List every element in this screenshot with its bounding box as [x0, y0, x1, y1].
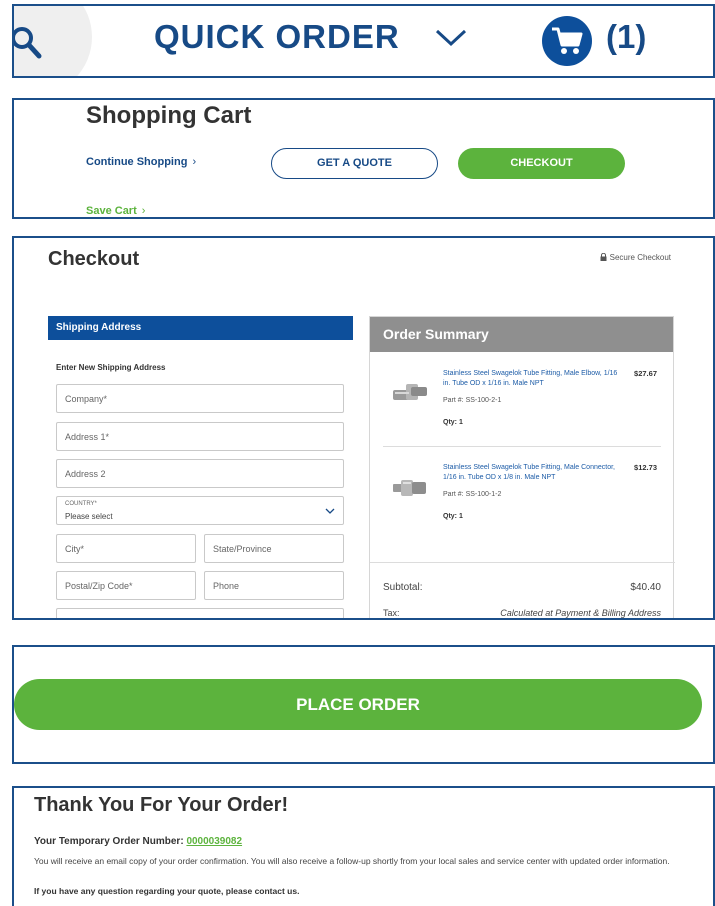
continue-shopping-label: Continue Shopping [86, 156, 188, 168]
confirmation-message: You will receive an email copy of your o… [34, 856, 670, 866]
subtotal-label: Subtotal: [383, 582, 423, 593]
order-summary: Order Summary Stainless Steel Swagelok T… [369, 316, 675, 618]
connector-fitting-image [391, 475, 431, 506]
chevron-down-icon[interactable] [434, 28, 468, 53]
quick-order-label[interactable]: QUICK ORDER [154, 18, 400, 56]
address1-field[interactable]: Address 1* [56, 422, 344, 451]
place-order-panel: PLACE ORDER [12, 645, 715, 764]
item-price: $27.67 [634, 369, 657, 378]
cart-button[interactable] [542, 16, 592, 66]
save-cart-link[interactable]: Save Cart › [86, 205, 145, 217]
order-number-label: Your Temporary Order Number: [34, 836, 187, 847]
secure-checkout: Secure Checkout [600, 252, 671, 262]
chevron-down-icon [325, 507, 335, 517]
tax-label: Tax: [383, 608, 400, 618]
save-cart-label: Save Cart [86, 205, 137, 217]
enter-new-address-label: Enter New Shipping Address [56, 363, 166, 372]
list-item: Stainless Steel Swagelok Tube Fitting, M… [383, 369, 661, 439]
tax-value: Calculated at Payment & Billing Address [500, 608, 661, 618]
secure-checkout-label: Secure Checkout [609, 253, 671, 262]
country-label: COUNTRY* [65, 501, 97, 507]
item-qty: Qty: 1 [443, 513, 463, 520]
order-number-link[interactable]: 0000039082 [186, 836, 242, 847]
phone-field[interactable]: Phone [204, 571, 344, 600]
shopping-cart-panel: Shopping Cart Continue Shopping › GET A Q… [12, 98, 715, 219]
chevron-right-icon: › [192, 156, 197, 168]
order-number-line: Your Temporary Order Number: 0000039082 [34, 836, 242, 847]
divider [370, 562, 675, 563]
next-field[interactable] [56, 608, 344, 618]
checkout-panel: Checkout Secure Checkout Shipping Addres… [12, 236, 715, 620]
list-item: Stainless Steel Swagelok Tube Fitting, M… [383, 463, 661, 533]
country-value: Please select [65, 512, 113, 521]
address2-field[interactable]: Address 2 [56, 459, 344, 488]
tax-row: Tax: Calculated at Payment & Billing Add… [383, 608, 661, 618]
continue-shopping-link[interactable]: Continue Shopping › [86, 156, 196, 168]
item-part-number: Part #: SS-100-1-2 [443, 491, 502, 498]
state-field[interactable]: State/Province [204, 534, 344, 563]
postal-field[interactable]: Postal/Zip Code* [56, 571, 196, 600]
contact-question: If you have any question regarding your … [34, 886, 300, 896]
shipping-address-header: Shipping Address [48, 316, 353, 340]
subtotal-value: $40.40 [630, 582, 661, 593]
city-field[interactable]: City* [56, 534, 196, 563]
cart-count[interactable]: (1) [606, 18, 646, 56]
get-quote-button[interactable]: GET A QUOTE [271, 148, 438, 179]
item-name-link[interactable]: Stainless Steel Swagelok Tube Fitting, M… [443, 369, 618, 389]
chevron-right-icon: › [141, 205, 146, 217]
item-qty: Qty: 1 [443, 419, 463, 426]
subtotal-row: Subtotal: $40.40 [383, 582, 661, 593]
country-select[interactable]: COUNTRY* Please select [56, 496, 344, 525]
cart-icon [550, 25, 584, 62]
lock-icon [600, 252, 607, 261]
checkout-button[interactable]: CHECKOUT [458, 148, 625, 179]
confirmation-panel: Thank You For Your Order! Your Temporary… [12, 786, 715, 906]
order-summary-title: Order Summary [370, 317, 673, 352]
place-order-button[interactable]: PLACE ORDER [14, 679, 702, 730]
company-field[interactable]: Company* [56, 384, 344, 413]
divider [383, 446, 661, 447]
item-price: $12.73 [634, 463, 657, 472]
elbow-fitting-image [391, 381, 431, 412]
item-name-link[interactable]: Stainless Steel Swagelok Tube Fitting, M… [443, 463, 618, 483]
item-part-number: Part #: SS-100-2-1 [443, 397, 502, 404]
header-panel: QUICK ORDER (1) [12, 4, 715, 78]
search-icon[interactable] [14, 26, 50, 67]
page-title: Shopping Cart [86, 102, 252, 129]
confirmation-title: Thank You For Your Order! [34, 794, 289, 816]
checkout-title: Checkout [48, 248, 140, 270]
